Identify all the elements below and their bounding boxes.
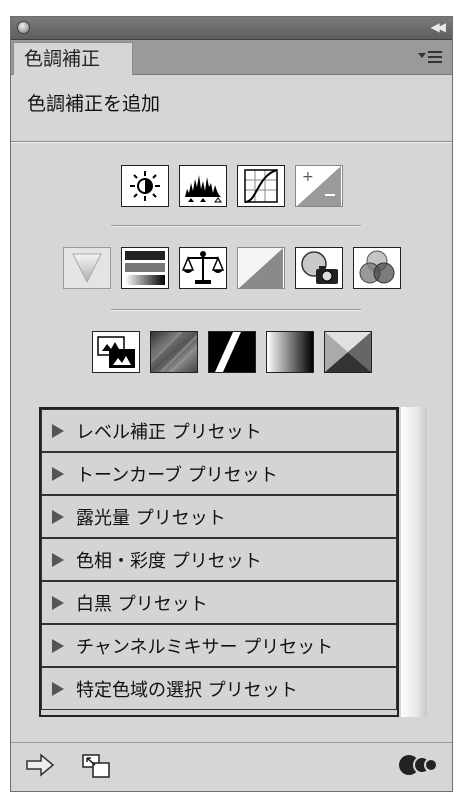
preset-item-black-white[interactable]: 白黒 プリセット xyxy=(41,581,397,624)
preset-label: 特定色域の選択 プリセット xyxy=(76,679,298,701)
curves-icon[interactable] xyxy=(236,165,285,207)
preset-item-levels[interactable]: レベル補正 プリセット xyxy=(41,409,397,452)
expand-arrow-icon[interactable] xyxy=(52,638,64,653)
gradient-map-icon[interactable] xyxy=(265,331,314,373)
preset-label: トーンカーブ プリセット xyxy=(76,464,278,486)
channel-mixer-icon[interactable] xyxy=(352,247,401,289)
tab-adjustments[interactable]: 色調補正 xyxy=(13,42,133,75)
black-white-icon[interactable] xyxy=(236,247,285,289)
panel-titlebar[interactable]: ◀◀ xyxy=(11,17,452,40)
expand-arrow-icon[interactable] xyxy=(52,681,64,696)
brightness-contrast-icon[interactable] xyxy=(120,165,169,207)
selective-color-icon[interactable] xyxy=(323,331,372,373)
hue-saturation-icon[interactable] xyxy=(120,247,169,289)
close-icon[interactable] xyxy=(17,21,30,34)
vibrance-icon[interactable] xyxy=(62,247,111,289)
panel-menu-icon[interactable] xyxy=(418,49,444,65)
color-balance-icon[interactable] xyxy=(178,247,227,289)
preset-item-channel-mixer[interactable]: チャンネルミキサー プリセット xyxy=(41,624,397,667)
preset-label: チャンネルミキサー プリセット xyxy=(76,636,334,658)
tab-strip: 色調補正 xyxy=(11,40,452,75)
panel-footer xyxy=(11,742,452,791)
exposure-icon[interactable]: + xyxy=(294,165,343,207)
threshold-icon[interactable] xyxy=(207,331,256,373)
svg-text:+: + xyxy=(302,169,314,185)
invert-icon[interactable] xyxy=(91,331,140,373)
adjustments-panel: ◀◀ 色調補正 色調補正を追加 + レベル補正 プリセット トーンカーブ プリセ… xyxy=(10,16,453,792)
expand-arrow-icon[interactable] xyxy=(52,552,64,567)
expand-arrow-icon[interactable] xyxy=(52,595,64,610)
return-arrow-icon[interactable] xyxy=(25,753,55,781)
expand-arrow-icon[interactable] xyxy=(52,423,64,438)
preset-list-container: レベル補正 プリセット トーンカーブ プリセット 露光量 プリセット 色相・彩度… xyxy=(39,407,427,717)
adjustment-icon-row-2 xyxy=(11,247,452,289)
levels-icon[interactable] xyxy=(178,165,227,207)
divider xyxy=(111,225,361,227)
preset-label: 露光量 プリセット xyxy=(76,507,226,529)
expand-arrow-icon[interactable] xyxy=(52,466,64,481)
preset-list: レベル補正 プリセット トーンカーブ プリセット 露光量 プリセット 色相・彩度… xyxy=(39,407,399,717)
divider xyxy=(11,141,452,143)
divider xyxy=(111,309,361,311)
expand-view-icon[interactable] xyxy=(81,753,111,783)
photo-filter-icon[interactable] xyxy=(294,247,343,289)
preset-item-curves[interactable]: トーンカーブ プリセット xyxy=(41,452,397,495)
posterize-icon[interactable] xyxy=(149,331,198,373)
panel-heading: 色調補正を追加 xyxy=(27,93,161,115)
preset-label: レベル補正 プリセット xyxy=(76,421,262,443)
preset-item-exposure[interactable]: 露光量 プリセット xyxy=(41,495,397,538)
preset-item-hue-saturation[interactable]: 色相・彩度 プリセット xyxy=(41,538,397,581)
scrollbar[interactable] xyxy=(401,407,427,717)
preset-label: 色相・彩度 プリセット xyxy=(76,550,262,572)
preset-label: 白黒 プリセット xyxy=(76,593,208,615)
adjustment-icon-row-1: + xyxy=(11,165,452,207)
adjustment-icon-row-3 xyxy=(11,331,452,373)
expand-arrow-icon[interactable] xyxy=(52,509,64,524)
collapse-icon[interactable]: ◀◀ xyxy=(431,20,447,34)
preset-item-selective-color[interactable]: 特定色域の選択 プリセット xyxy=(41,667,397,710)
layer-mask-icon[interactable] xyxy=(398,751,438,783)
